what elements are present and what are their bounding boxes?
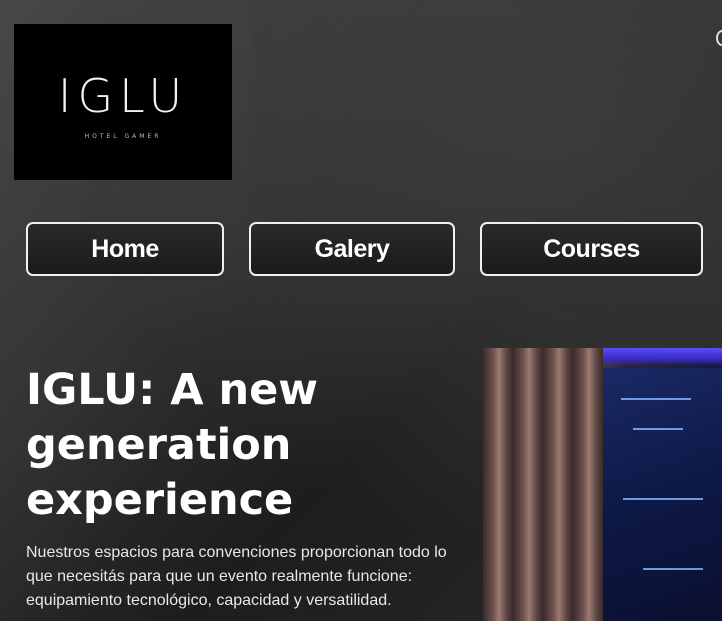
site-logo[interactable]: IGLU HOTEL GAMER: [14, 24, 232, 180]
logo-wordmark: IGLU: [57, 68, 189, 123]
curtain-graphic: [483, 348, 603, 621]
hero-image: [483, 348, 722, 621]
logo-subtitle: HOTEL GAMER: [84, 132, 162, 140]
globe-icon[interactable]: [716, 30, 722, 46]
screen-glow: [603, 348, 722, 366]
screen-line: [643, 568, 703, 570]
main-nav: Home Galery Courses: [0, 222, 722, 278]
hero-title: IGLU: A new generation experience: [26, 365, 318, 525]
nav-galery-button[interactable]: Galery: [249, 222, 455, 276]
screen-line: [623, 498, 703, 500]
screen-line: [621, 398, 691, 400]
nav-home-button[interactable]: Home: [26, 222, 224, 276]
projection-screen: [603, 368, 722, 621]
screen-line: [633, 428, 683, 430]
hero-description: Nuestros espacios para convenciones prop…: [26, 544, 447, 609]
nav-courses-button[interactable]: Courses: [480, 222, 703, 276]
